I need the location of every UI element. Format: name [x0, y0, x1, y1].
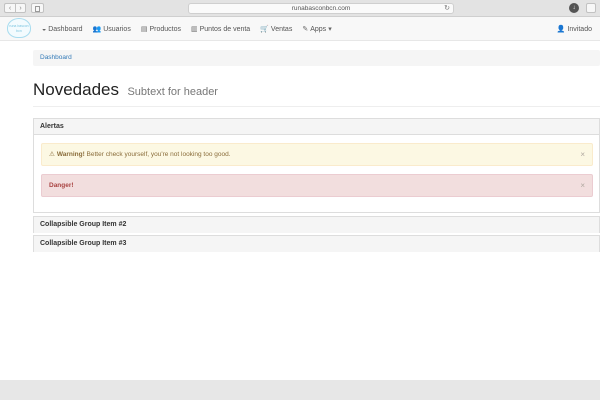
- collapsible-group-3-heading[interactable]: Collapsible Group Item #3: [34, 236, 599, 252]
- alerts-panel-heading[interactable]: Alertas: [34, 119, 599, 135]
- user-icon: 👤: [556, 26, 566, 33]
- page-subtitle: Subtext for header: [127, 86, 218, 98]
- alerts-panel: Alertas ⚠ Warning! Better check yourself,…: [33, 118, 600, 213]
- nav-item-label: Puntos de venta: [199, 25, 251, 33]
- page-header: Novedades Subtext for header: [33, 80, 600, 107]
- danger-alert: Danger! ×: [41, 174, 593, 197]
- close-icon[interactable]: ×: [580, 144, 585, 165]
- breadcrumb: Dashboard: [33, 50, 600, 66]
- logo-text: runa bascon bcn: [9, 24, 29, 33]
- users-icon: 👥: [92, 26, 102, 33]
- collapsible-group-2-heading[interactable]: Collapsible Group Item #2: [34, 217, 599, 233]
- nav-item-ventas[interactable]: 🛒 Ventas: [260, 25, 293, 34]
- sidebar-toggle-button[interactable]: [31, 3, 44, 13]
- nav-item-label: Dashboard: [48, 25, 83, 33]
- dashboard-icon: ◒: [42, 25, 47, 33]
- close-icon[interactable]: ×: [580, 175, 585, 196]
- warning-message: Better check yourself, you're not lookin…: [84, 151, 231, 158]
- nav-item-label: Usuarios: [103, 25, 131, 33]
- brand-logo[interactable]: runa bascon bcn: [7, 18, 31, 38]
- collapsible-group-3: Collapsible Group Item #3: [33, 235, 600, 252]
- nav-item-puntos-de-venta[interactable]: ▥ Puntos de venta: [190, 25, 251, 34]
- download-icon[interactable]: ↓: [569, 3, 579, 13]
- share-button[interactable]: [586, 3, 596, 13]
- history-buttons: ‹ ›: [4, 3, 26, 13]
- nav-item-productos[interactable]: ▤ Productos: [140, 25, 181, 34]
- products-icon: ▤: [140, 26, 148, 33]
- nav-user-menu[interactable]: 👤 Invitado: [557, 17, 592, 41]
- nav-item-label: Apps: [310, 25, 327, 33]
- collapsible-group-2: Collapsible Group Item #2: [33, 216, 600, 233]
- nav-menu: ◒ Dashboard 👥 Usuarios ▤ Productos ▥ Pun…: [42, 17, 342, 41]
- nav-user-label: Invitado: [567, 25, 592, 33]
- nav-item-apps[interactable]: ✎ Apps ▾: [302, 25, 332, 34]
- page-title: Novedades: [33, 80, 120, 99]
- nav-item-label: Productos: [149, 25, 181, 33]
- reload-icon[interactable]: ↻: [444, 4, 450, 14]
- url-text: runabasconbcn.com: [291, 5, 351, 12]
- back-button[interactable]: ‹: [4, 3, 15, 13]
- forward-button[interactable]: ›: [15, 3, 26, 13]
- navbar: runa bascon bcn ◒ Dashboard 👥 Usuarios ▤…: [0, 17, 600, 41]
- warning-strong-text: Warning!: [56, 151, 85, 158]
- caret-down-icon: ▾: [328, 26, 332, 33]
- nav-item-label: Ventas: [270, 25, 293, 33]
- breadcrumb-link-dashboard[interactable]: Dashboard: [40, 54, 72, 61]
- cart-icon: 🛒: [260, 26, 269, 33]
- address-bar[interactable]: runabasconbcn.com ↻: [188, 3, 454, 14]
- nav-item-dashboard[interactable]: ◒ Dashboard: [42, 26, 82, 33]
- danger-strong-text: Danger!: [49, 182, 74, 189]
- warning-alert: ⚠ Warning! Better check yourself, you're …: [41, 143, 593, 166]
- apps-icon: ✎: [302, 26, 309, 33]
- footer: [0, 380, 600, 400]
- warning-icon: ⚠: [49, 151, 55, 158]
- nav-item-usuarios[interactable]: 👥 Usuarios: [92, 25, 131, 34]
- browser-toolbar: ‹ › runabasconbcn.com ↻ ↓: [0, 0, 600, 17]
- store-icon: ▥: [190, 26, 198, 33]
